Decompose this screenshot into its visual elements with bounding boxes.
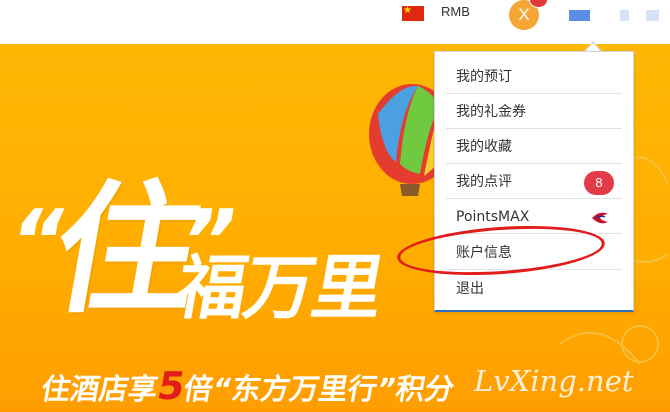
headline-rest: 福万里 (169, 247, 389, 329)
top-bar: ★ RMB X (0, 0, 670, 44)
menu-item-favorites[interactable]: 我的收藏 (446, 130, 622, 164)
menu-item-label: 我的礼金券 (456, 104, 526, 120)
currency-selector[interactable]: RMB (441, 4, 470, 19)
subline-before: 住酒店享 (38, 372, 161, 406)
menu-item-label: 我的收藏 (456, 139, 512, 155)
china-eastern-logo-icon (592, 212, 608, 224)
menu-item-logout[interactable]: 退出 (446, 272, 622, 306)
watermark: LvXing.net (474, 364, 634, 398)
blurred-item (646, 10, 659, 21)
menu-item-reviews[interactable]: 我的点评 8 (446, 165, 622, 199)
menu-item-bookings[interactable]: 我的预订 (446, 60, 622, 94)
menu-item-label: 我的点评 (456, 174, 512, 190)
menu-item-label: 我的预订 (456, 69, 512, 85)
menu-item-label: PointsMAX (456, 209, 530, 225)
menu-item-coupons[interactable]: 我的礼金券 (446, 95, 622, 129)
blurred-username[interactable] (569, 10, 590, 21)
review-count-badge: 8 (584, 171, 614, 195)
menu-item-label: 退出 (456, 281, 484, 297)
blurred-item (620, 10, 629, 21)
banner-subline: 住酒店享5倍“东方万里行”积分 (38, 364, 458, 408)
subline-after: 倍“东方万里行”积分 (180, 372, 458, 406)
china-flag-icon[interactable]: ★ (402, 5, 424, 21)
